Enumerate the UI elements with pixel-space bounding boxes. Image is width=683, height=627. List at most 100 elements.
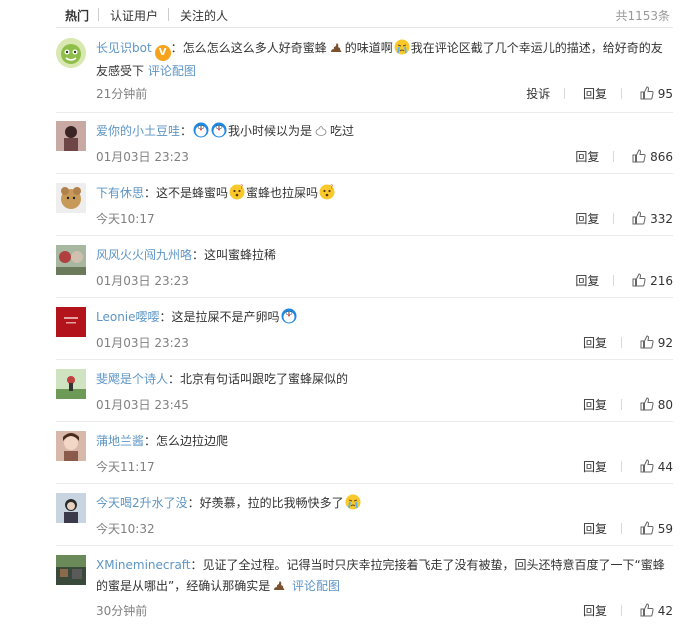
bee-emoji xyxy=(313,122,329,138)
username[interactable]: 今天喝2升水了没 xyxy=(96,496,188,510)
tab-following[interactable]: 关注的人 xyxy=(180,7,228,24)
comment-time: 今天10:32 xyxy=(96,522,155,536)
like-count: 80 xyxy=(657,398,673,412)
comment-time: 21分钟前 xyxy=(96,87,148,101)
like-count: 95 xyxy=(657,87,673,101)
divider xyxy=(621,605,623,616)
comment-time: 01月03日 23:45 xyxy=(96,398,189,412)
tab-hot[interactable]: 热门 xyxy=(65,7,89,24)
doraemon-emoji xyxy=(193,122,209,138)
tab-verified-users[interactable]: 认证用户 xyxy=(110,7,158,24)
comment-body: 怎么怎么这么多人好奇蜜蜂 xyxy=(182,41,327,55)
divider xyxy=(564,88,566,99)
avatar[interactable] xyxy=(56,369,86,399)
reply-button[interactable]: 回复 xyxy=(583,602,607,619)
comment-item: 风风火火闯九州咯：这叫蜜蜂拉稀 01月03日 23:23 回复 216 xyxy=(56,245,673,295)
like-button[interactable]: 44 xyxy=(640,459,673,474)
comment-item: 蒲地兰酱：怎么边拉边爬 今天11:17 回复 44 xyxy=(56,431,673,481)
comment-item: 今天喝2升水了没：好羡慕，拉的比我畅快多了 今天10:32 回复 59 xyxy=(56,493,673,543)
like-button[interactable]: 42 xyxy=(640,603,673,618)
thumbs-up-icon xyxy=(640,397,654,411)
comment-actions: 回复 216 xyxy=(575,272,673,289)
confused-emoji: ? xyxy=(319,184,335,200)
like-button[interactable]: 80 xyxy=(640,397,673,412)
comment-body: 吃过 xyxy=(330,124,355,138)
crying-emoji xyxy=(394,39,410,55)
avatar[interactable] xyxy=(56,245,86,275)
avatar[interactable] xyxy=(56,38,86,68)
comment-actions: 回复 92 xyxy=(583,334,673,351)
comment-item: 下有休思：这不是蜂蜜吗? 蜜蜂也拉屎吗? 今天10:17 回复 332 xyxy=(56,183,673,233)
comment-body: 怎么边拉边爬 xyxy=(156,434,229,448)
crying-emoji xyxy=(345,494,361,510)
avatar[interactable] xyxy=(56,307,86,337)
comment-item: 爱你的小土豆哇： 我小时候以为是 吃过 01月03日 23:23 回复 866 xyxy=(56,121,673,171)
avatar[interactable] xyxy=(56,183,86,213)
divider xyxy=(621,523,623,534)
comment-text: 长见识bot V ：怎么怎么这么多人好奇蜜蜂 的味道啊 我在评论区截了几个幸运儿的描述，… xyxy=(96,39,663,78)
thumbs-up-icon xyxy=(640,335,654,349)
thumbs-up-icon xyxy=(632,273,646,287)
comment-actions: 回复 42 xyxy=(583,602,673,619)
avatar[interactable] xyxy=(56,555,86,585)
comment-time: 01月03日 23:23 xyxy=(96,150,189,164)
comment-item: Leonie嘤嘤：这是拉屎不是产卵吗 01月03日 23:23 回复 92 xyxy=(56,307,673,357)
doraemon-emoji xyxy=(211,122,227,138)
reply-button[interactable]: 回复 xyxy=(583,396,607,413)
image-link[interactable]: 评论配图 xyxy=(292,579,340,593)
divider xyxy=(56,421,673,422)
username[interactable]: 爱你的小土豆哇 xyxy=(96,124,180,138)
comment-time: 今天10:17 xyxy=(96,212,155,226)
like-button[interactable]: 332 xyxy=(632,211,673,226)
username[interactable]: XMineminecraft xyxy=(96,558,191,572)
comment-item: 长见识bot V ：怎么怎么这么多人好奇蜜蜂 的味道啊 我在评论区截了几个幸运儿的描述，… xyxy=(56,38,673,108)
comment-actions: 回复 80 xyxy=(583,396,673,413)
username[interactable]: 斐飔是个诗人 xyxy=(96,372,168,386)
reply-button[interactable]: 回复 xyxy=(583,334,607,351)
comment-text: 风风火火闯九州咯：这叫蜜蜂拉稀 xyxy=(96,248,277,262)
comment-body: 蜜蜂也拉屎吗 xyxy=(246,186,319,200)
comment-time: 30分钟前 xyxy=(96,604,148,618)
like-count: 332 xyxy=(650,212,673,226)
comment-actions: 回复 44 xyxy=(583,458,673,475)
comment-text: Leonie嘤嘤：这是拉屎不是产卵吗 xyxy=(96,307,666,328)
report-button[interactable]: 投诉 xyxy=(526,85,550,102)
avatar[interactable] xyxy=(56,493,86,523)
reply-button[interactable]: 回复 xyxy=(583,458,607,475)
like-button[interactable]: 59 xyxy=(640,521,673,536)
thumbs-up-icon xyxy=(640,603,654,617)
comment-item: 斐飔是个诗人：北京有句话叫跟吃了蜜蜂屎似的 01月03日 23:45 回复 80 xyxy=(56,369,673,419)
username[interactable]: 风风火火闯九州咯 xyxy=(96,248,192,262)
confused-emoji: ? xyxy=(229,184,245,200)
reply-button[interactable]: 回复 xyxy=(575,148,599,165)
avatar[interactable] xyxy=(56,431,86,461)
image-link[interactable]: 评论配图 xyxy=(148,64,196,78)
comment-item: XMineminecraft：见证了全过程。记得当时只庆幸拉完接着飞走了没有被蛰… xyxy=(56,555,673,625)
verified-v-icon: V xyxy=(154,45,171,61)
divider xyxy=(621,88,623,99)
username[interactable]: Leonie嘤嘤 xyxy=(96,310,160,324)
thumbs-up-icon xyxy=(632,211,646,225)
username[interactable]: 长见识bot xyxy=(96,41,152,55)
comment-body: 北京有句话叫跟吃了蜜蜂屎似的 xyxy=(180,372,349,386)
comment-text: 下有休思：这不是蜂蜜吗? 蜜蜂也拉屎吗? xyxy=(96,184,335,200)
divider xyxy=(613,151,615,162)
username[interactable]: 蒲地兰酱 xyxy=(96,434,144,448)
reply-button[interactable]: 回复 xyxy=(575,210,599,227)
reply-button[interactable]: 回复 xyxy=(583,520,607,537)
reply-button[interactable]: 回复 xyxy=(583,85,607,102)
like-button[interactable]: 92 xyxy=(640,335,673,350)
avatar[interactable] xyxy=(56,121,86,151)
like-button[interactable]: 866 xyxy=(632,149,673,164)
reply-button[interactable]: 回复 xyxy=(575,272,599,289)
username[interactable]: 下有休思 xyxy=(96,186,144,200)
comment-body: 好羡慕，拉的比我畅快多了 xyxy=(199,496,344,510)
divider xyxy=(56,297,673,298)
like-button[interactable]: 216 xyxy=(632,273,673,288)
doraemon-emoji xyxy=(281,308,297,324)
divider xyxy=(56,235,673,236)
divider xyxy=(613,213,615,224)
comment-text: 蒲地兰酱：怎么边拉边爬 xyxy=(96,434,229,448)
like-count: 92 xyxy=(657,336,673,350)
like-button[interactable]: 95 xyxy=(640,86,673,101)
